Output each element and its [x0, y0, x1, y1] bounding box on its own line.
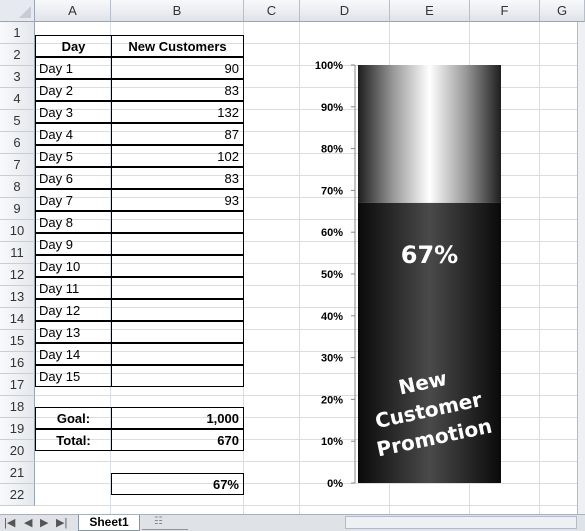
percent-value-cell[interactable]: 67% [111, 473, 244, 495]
customers-cell[interactable]: 83 [111, 167, 244, 189]
gridline-horizontal [35, 505, 585, 506]
column-header[interactable]: D [300, 0, 390, 22]
column-header[interactable]: A [35, 0, 111, 22]
day-cell[interactable]: Day 12 [35, 299, 112, 321]
last-sheet-button[interactable]: ▶| [56, 516, 67, 530]
day-cell[interactable]: Day 6 [35, 167, 112, 189]
day-cell[interactable]: Day 7 [35, 189, 112, 211]
row-header[interactable]: 6 [0, 132, 35, 154]
y-tick-label: 70% [321, 185, 343, 197]
goal-label-cell[interactable]: Goal: [35, 407, 112, 429]
insert-sheet-icon[interactable]: ☷ [142, 515, 188, 530]
y-tick-label: 50% [321, 269, 343, 281]
column-header[interactable]: G [540, 0, 585, 22]
y-tick-label: 100% [315, 60, 343, 72]
customers-cell[interactable]: 87 [111, 123, 244, 145]
day-cell[interactable]: Day 11 [35, 277, 112, 299]
customers-cell[interactable] [111, 233, 244, 255]
day-cell[interactable]: Day 15 [35, 365, 112, 387]
tab-sheet1[interactable]: Sheet1 [78, 515, 140, 531]
sheet-tab-bar: |◀ ◀ ▶ ▶| Sheet1 ☷ [0, 514, 585, 531]
total-label-cell[interactable]: Total: [35, 429, 112, 451]
row-header[interactable]: 19 [0, 418, 35, 440]
row-header[interactable]: 20 [0, 440, 35, 462]
customers-cell[interactable] [111, 211, 244, 233]
row-header[interactable]: 13 [0, 286, 35, 308]
day-cell[interactable]: Day 4 [35, 123, 112, 145]
thermometer-empty-part [358, 65, 501, 203]
row-header[interactable]: 16 [0, 352, 35, 374]
day-cell[interactable]: Day 1 [35, 57, 112, 79]
customers-cell[interactable] [111, 299, 244, 321]
customers-cell[interactable]: 90 [111, 57, 244, 79]
row-header[interactable]: 18 [0, 396, 35, 418]
column-header[interactable]: C [244, 0, 300, 22]
header-customers-cell[interactable]: New Customers [111, 35, 244, 57]
row-header[interactable]: 9 [0, 198, 35, 220]
customers-cell[interactable]: 83 [111, 79, 244, 101]
row-header[interactable]: 15 [0, 330, 35, 352]
customers-cell[interactable] [111, 277, 244, 299]
column-header[interactable]: E [390, 0, 470, 22]
customers-cell[interactable] [111, 321, 244, 343]
row-header[interactable]: 5 [0, 110, 35, 132]
row-header[interactable]: 22 [0, 484, 35, 506]
day-cell[interactable]: Day 8 [35, 211, 112, 233]
day-cell[interactable]: Day 13 [35, 321, 112, 343]
y-tick-label: 0% [327, 478, 343, 490]
customers-cell[interactable]: 132 [111, 101, 244, 123]
column-header[interactable]: B [111, 0, 244, 22]
thermometer-chart[interactable]: 0%10%20%30%40%50%60%70%80%90%100% 67% Ne… [300, 55, 580, 495]
row-header[interactable]: 10 [0, 220, 35, 242]
row-header[interactable]: 21 [0, 462, 35, 484]
y-tick-label: 80% [321, 144, 343, 156]
y-axis: 0% 10% 20% 30% 40% 50% 60% 70% 80% 90% 100% [315, 60, 356, 490]
spreadsheet: ABCDEFG 1 2 3 4 5 6 7 8 9 10 11 12 13 14 15 16 17 18 19 20 2… [0, 0, 585, 531]
prev-sheet-button[interactable]: ◀ [24, 516, 32, 530]
data-label-percent: 67% [401, 241, 458, 269]
row-header[interactable]: 11 [0, 242, 35, 264]
customers-cell[interactable] [111, 365, 244, 387]
goal-value-cell[interactable]: 1,000 [111, 407, 244, 429]
customers-cell[interactable] [111, 255, 244, 277]
day-cell[interactable]: Day 10 [35, 255, 112, 277]
row-header[interactable]: 2 [0, 44, 35, 66]
customers-cell[interactable]: 93 [111, 189, 244, 211]
y-tick-label: 60% [321, 227, 343, 239]
customers-cell[interactable] [111, 343, 244, 365]
y-tick-label: 30% [321, 353, 343, 365]
row-header[interactable]: 17 [0, 374, 35, 396]
row-header[interactable]: 3 [0, 66, 35, 88]
vertical-scrollbar[interactable] [577, 22, 585, 514]
y-tick-label: 20% [321, 394, 343, 406]
row-header[interactable]: 12 [0, 264, 35, 286]
day-cell[interactable]: Day 2 [35, 79, 112, 101]
row-header[interactable]: 8 [0, 176, 35, 198]
y-tick-label: 90% [321, 102, 343, 114]
next-sheet-button[interactable]: ▶ [40, 516, 48, 530]
day-cell[interactable]: Day 14 [35, 343, 112, 365]
row-header[interactable]: 14 [0, 308, 35, 330]
select-all-corner[interactable] [0, 0, 35, 22]
row-header[interactable]: 4 [0, 88, 35, 110]
horizontal-scrollbar[interactable] [345, 516, 577, 529]
customers-cell[interactable]: 102 [111, 145, 244, 167]
day-cell[interactable]: Day 5 [35, 145, 112, 167]
day-cell[interactable]: Day 3 [35, 101, 112, 123]
day-cell[interactable]: Day 9 [35, 233, 112, 255]
row-header[interactable]: 7 [0, 154, 35, 176]
column-header[interactable]: F [470, 0, 540, 22]
y-tick-label: 10% [321, 436, 343, 448]
y-tick-label: 40% [321, 311, 343, 323]
header-day-cell[interactable]: Day [35, 35, 112, 57]
total-value-cell[interactable]: 670 [111, 429, 244, 451]
row-header[interactable]: 1 [0, 22, 35, 44]
first-sheet-button[interactable]: |◀ [4, 516, 15, 530]
